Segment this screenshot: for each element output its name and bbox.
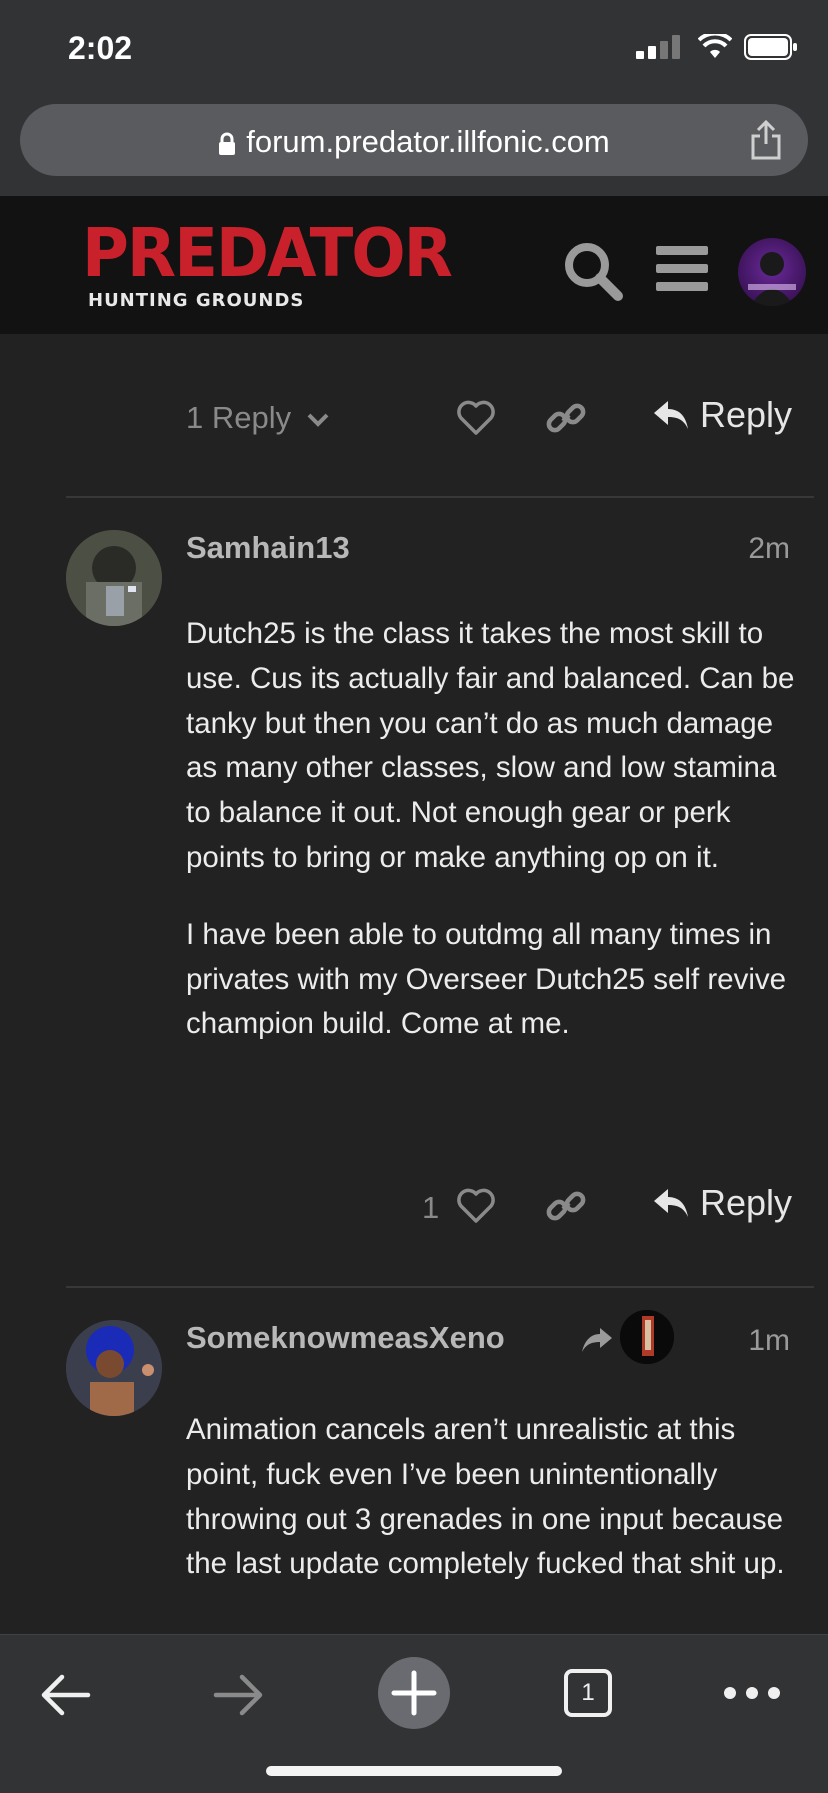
status-bar: 2:02	[0, 0, 828, 96]
previous-post-actions: 1 Reply Reply	[0, 388, 828, 448]
post-body: Dutch25 is the class it takes the most s…	[186, 612, 796, 1079]
like-count[interactable]: 1	[422, 1190, 439, 1226]
back-arrow-icon[interactable]	[38, 1673, 92, 1717]
post-time[interactable]: 1m	[748, 1324, 790, 1358]
tab-count: 1	[581, 1679, 595, 1706]
url-text: forum.predator.illfonic.com	[246, 124, 610, 159]
forward-arrow-icon[interactable]	[212, 1673, 266, 1717]
post-actions: 1 Reply	[0, 1176, 828, 1236]
replies-toggle-label: 1 Reply	[186, 400, 292, 435]
status-time: 2:02	[68, 30, 133, 66]
battery-icon	[744, 34, 797, 60]
link-icon[interactable]	[546, 1186, 586, 1226]
reply-button[interactable]: Reply	[652, 394, 792, 436]
post-body: Animation cancels aren’t unrealistic at …	[186, 1408, 796, 1619]
avatar-image	[748, 252, 796, 306]
current-user-avatar[interactable]	[738, 238, 806, 306]
url-text-row: forum.predator.illfonic.com	[20, 124, 808, 160]
post-paragraph: I have been able to outdmg all many time…	[186, 917, 787, 1041]
lock-icon	[219, 132, 236, 155]
post-username[interactable]: Samhain13	[186, 530, 350, 566]
more-options-icon[interactable]	[722, 1685, 782, 1701]
heart-icon[interactable]	[456, 1188, 496, 1224]
reply-arrow-icon	[653, 401, 688, 429]
heart-icon[interactable]	[456, 400, 496, 436]
reply-to-arrow-icon	[582, 1328, 612, 1352]
logo-subtitle: HUNTING GROUNDS	[88, 290, 305, 311]
tab-switcher-button[interactable]: 1	[564, 1669, 612, 1717]
reply-label: Reply	[699, 394, 792, 435]
avatar[interactable]	[66, 1320, 162, 1416]
post-time[interactable]: 2m	[748, 532, 790, 566]
avatar-image	[620, 1310, 674, 1364]
reply-button[interactable]: Reply	[652, 1182, 792, 1224]
post-username[interactable]: SomeknowmeasXeno	[186, 1320, 505, 1356]
browser-url-region: forum.predator.illfonic.com	[0, 96, 828, 196]
reply-to-avatar[interactable]	[620, 1310, 674, 1364]
search-icon[interactable]	[562, 240, 624, 302]
post-divider	[66, 1286, 814, 1288]
status-icons	[636, 34, 798, 60]
site-header: PREDATOR HUNTING GROUNDS	[0, 196, 828, 334]
post-paragraph: Animation cancels aren’t unrealistic at …	[186, 1413, 785, 1581]
post-paragraph: Dutch25 is the class it takes the most s…	[186, 617, 795, 874]
avatar[interactable]	[66, 530, 162, 626]
reply-arrow-icon	[653, 1189, 688, 1217]
post-divider	[66, 496, 814, 498]
reply-label: Reply	[699, 1182, 792, 1223]
signal-icon	[636, 35, 680, 59]
link-icon[interactable]	[546, 398, 586, 438]
chevron-down-icon	[307, 413, 329, 427]
logo-title[interactable]: PREDATOR	[82, 220, 453, 287]
avatar-image	[66, 1320, 162, 1416]
address-bar[interactable]: forum.predator.illfonic.com	[20, 104, 808, 176]
replies-toggle[interactable]: 1 Reply	[186, 400, 330, 436]
wifi-icon	[698, 34, 732, 58]
new-tab-plus-icon[interactable]	[378, 1657, 450, 1729]
avatar-image	[66, 530, 162, 626]
home-indicator[interactable]	[266, 1766, 562, 1776]
share-icon[interactable]	[750, 120, 782, 160]
hamburger-menu-icon[interactable]	[656, 246, 708, 292]
